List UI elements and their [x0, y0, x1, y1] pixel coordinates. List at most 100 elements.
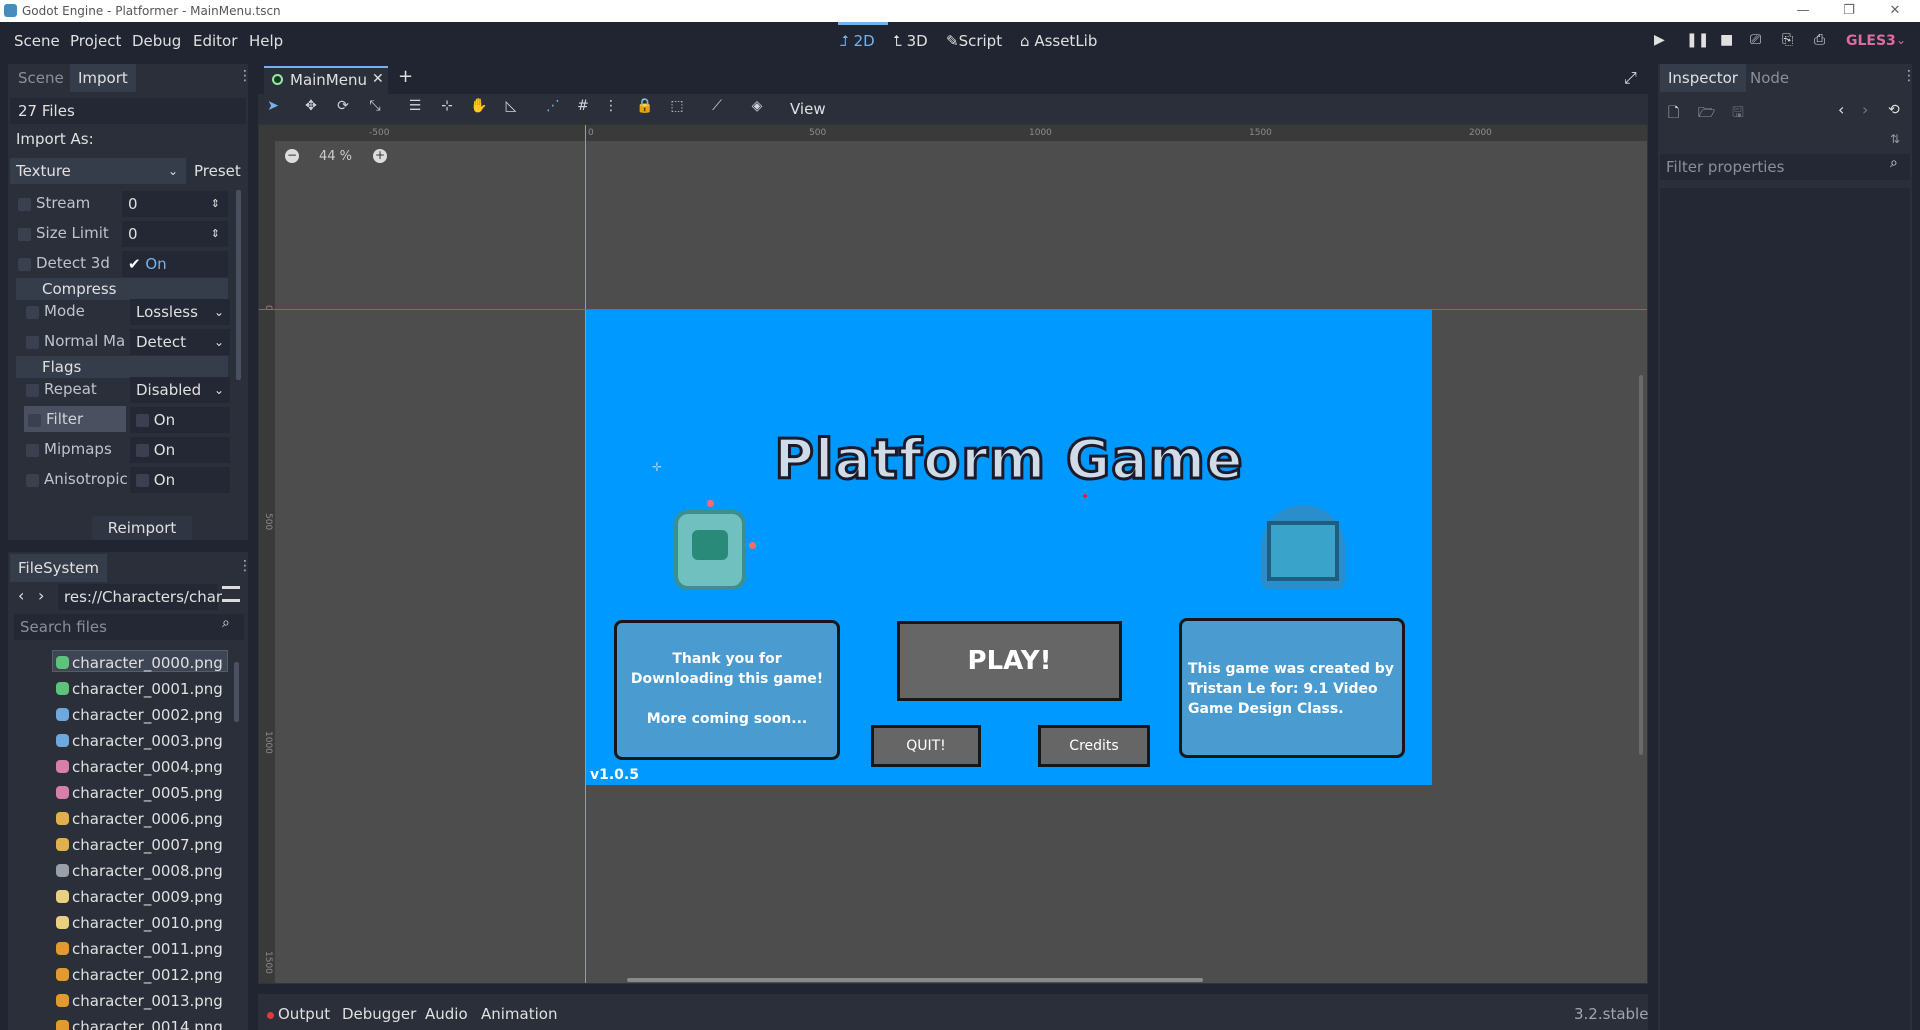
play-custom-icon[interactable]: ⎘	[1782, 32, 1793, 48]
mode-2d-button[interactable]: ⮥ 2D	[840, 32, 875, 50]
file-list-item[interactable]: character_0003.png	[72, 728, 223, 754]
open-folder-icon[interactable]: 🗁	[1698, 102, 1715, 126]
file-list-item[interactable]: character_0010.png	[72, 910, 223, 936]
tab-animation[interactable]: Animation	[481, 1005, 557, 1023]
tab-audio[interactable]: Audio	[425, 1005, 468, 1023]
import-as-dropdown[interactable]: Texture ⌄	[10, 158, 186, 184]
back-icon[interactable]: ‹	[18, 586, 24, 605]
file-list-item[interactable]: character_0008.png	[72, 858, 223, 884]
add-tab-icon[interactable]: +	[398, 66, 413, 87]
repeat-dropdown[interactable]: Disabled ⌄	[130, 377, 230, 403]
file-list-item[interactable]: character_0004.png	[72, 754, 223, 780]
character-sprite-left[interactable]	[674, 510, 746, 590]
move-tool-icon[interactable]: ✥	[300, 98, 322, 120]
play-button[interactable]: PLAY!	[897, 621, 1122, 701]
menu-debug[interactable]: Debug	[132, 32, 181, 50]
game-title[interactable]: Platform Game	[586, 427, 1432, 493]
file-list-item[interactable]: character_0011.png	[72, 936, 223, 962]
normal-map-dropdown[interactable]: Detect ⌄	[130, 329, 230, 355]
character-sprite-right[interactable]	[1261, 505, 1345, 589]
detect3d-toggle[interactable]: ✔ On	[122, 251, 228, 277]
mode-3d-button[interactable]: ⮤ 3D	[893, 32, 928, 50]
canvas-viewport[interactable]: -500 0 500 1000 1500 2000 0 500 1000 150…	[258, 124, 1648, 984]
lock-icon[interactable]: 🔒	[634, 98, 656, 120]
mode-dropdown[interactable]: Lossless ⌄	[130, 299, 230, 325]
forward-icon[interactable]: ›	[38, 586, 44, 605]
group-icon[interactable]: ⬚	[666, 98, 688, 120]
history-icon[interactable]: ⟲	[1888, 102, 1900, 118]
preset-button[interactable]: Preset	[194, 162, 241, 180]
forward-icon[interactable]: ›	[1862, 100, 1868, 119]
quit-button[interactable]: QUIT!	[871, 725, 981, 767]
tab-import[interactable]: Import	[70, 64, 136, 92]
anisotropic-toggle[interactable]: On	[130, 467, 230, 493]
file-list-item[interactable]: character_0005.png	[72, 780, 223, 806]
save-icon[interactable]: 🖫	[1732, 102, 1744, 126]
scale-tool-icon[interactable]: ⤡	[364, 98, 386, 120]
distraction-free-icon[interactable]: ⤢	[1624, 68, 1637, 88]
back-icon[interactable]: ‹	[1838, 100, 1844, 119]
tab-mainmenu[interactable]: MainMenu ✕	[264, 66, 388, 94]
tab-debugger[interactable]: Debugger	[342, 1005, 416, 1023]
search-files-input[interactable]: Search files	[14, 614, 244, 640]
menu-scene[interactable]: Scene	[14, 32, 60, 50]
mode-script-button[interactable]: ✎Script	[946, 32, 1002, 50]
size-limit-checkbox[interactable]	[18, 228, 31, 241]
mode-checkbox[interactable]	[26, 306, 39, 319]
viewport-hscrollbar[interactable]	[627, 978, 1203, 982]
select-tool-icon[interactable]: ➤	[262, 98, 284, 120]
tab-scene[interactable]: Scene	[10, 64, 72, 92]
grid-snap-icon[interactable]: #	[572, 98, 594, 120]
filter-toggle[interactable]: On	[130, 407, 230, 433]
file-list-item[interactable]: character_0001.png	[72, 676, 223, 702]
tab-node[interactable]: Node	[1742, 64, 1797, 92]
flags-section[interactable]: Flags	[16, 356, 228, 378]
zoom-in-icon[interactable]: +	[373, 149, 387, 163]
bone-icon[interactable]: ⟋	[706, 98, 728, 120]
mode-assetlib-button[interactable]: ⌂ AssetLib	[1020, 32, 1097, 50]
repeat-checkbox[interactable]	[26, 384, 39, 397]
compress-section[interactable]: Compress	[16, 278, 228, 300]
menu-project[interactable]: Project	[70, 32, 121, 50]
tab-filesystem[interactable]: FileSystem	[10, 554, 108, 582]
stream-checkbox[interactable]	[18, 198, 31, 211]
split-mode-icon[interactable]	[222, 586, 240, 602]
pivot-tool-icon[interactable]: ⊹	[436, 98, 458, 120]
minimize-button[interactable]: —	[1780, 0, 1826, 22]
file-list-item[interactable]: character_0009.png	[72, 884, 223, 910]
file-list-item[interactable]: character_0006.png	[72, 806, 223, 832]
dock-menu-icon[interactable]: ⋮	[238, 68, 252, 84]
tab-inspector[interactable]: Inspector	[1660, 64, 1746, 92]
mipmaps-checkbox[interactable]	[26, 444, 39, 457]
filesystem-scrollbar[interactable]	[234, 662, 239, 722]
detect3d-checkbox[interactable]	[18, 258, 31, 271]
stop-icon[interactable]: ■	[1720, 32, 1733, 48]
ruler-tool-icon[interactable]: ◺	[500, 98, 522, 120]
filter-properties-input[interactable]: Filter properties	[1660, 154, 1910, 180]
file-list-item[interactable]: character_0012.png	[72, 962, 223, 988]
dock-menu-icon[interactable]: ⋮	[1902, 68, 1916, 84]
new-resource-icon[interactable]: 🗋	[1668, 102, 1679, 126]
smart-snap-icon[interactable]: ⋰	[542, 98, 564, 120]
sort-icon[interactable]: ⇅	[1890, 132, 1900, 146]
file-list-item[interactable]: character_0007.png	[72, 832, 223, 858]
renderer-selector[interactable]: GLES3	[1846, 33, 1896, 49]
file-list-item[interactable]: character_0014.png	[72, 1014, 223, 1030]
viewport-vscrollbar[interactable]	[1639, 375, 1643, 755]
pan-tool-icon[interactable]: ✋	[468, 98, 490, 120]
file-list-item[interactable]: character_0000.png	[72, 650, 223, 676]
credits-button[interactable]: Credits	[1038, 725, 1150, 767]
handle-dot[interactable]	[707, 500, 714, 507]
file-list-item[interactable]: character_0013.png	[72, 988, 223, 1014]
anisotropic-checkbox[interactable]	[26, 474, 39, 487]
game-canvas[interactable]: Platform Game ✛ Thank you for Downloadin…	[586, 310, 1432, 785]
close-icon[interactable]: ✕	[372, 71, 384, 87]
filter-checkbox[interactable]	[28, 414, 41, 427]
close-window-button[interactable]: ✕	[1872, 0, 1918, 22]
zoom-out-icon[interactable]: −	[285, 149, 299, 163]
menu-editor[interactable]: Editor	[193, 32, 237, 50]
play-icon[interactable]: ▶	[1654, 32, 1665, 48]
file-list-item[interactable]: character_0002.png	[72, 702, 223, 728]
rotate-tool-icon[interactable]: ⟳	[332, 98, 354, 120]
dock-menu-icon[interactable]: ⋮	[238, 558, 248, 574]
